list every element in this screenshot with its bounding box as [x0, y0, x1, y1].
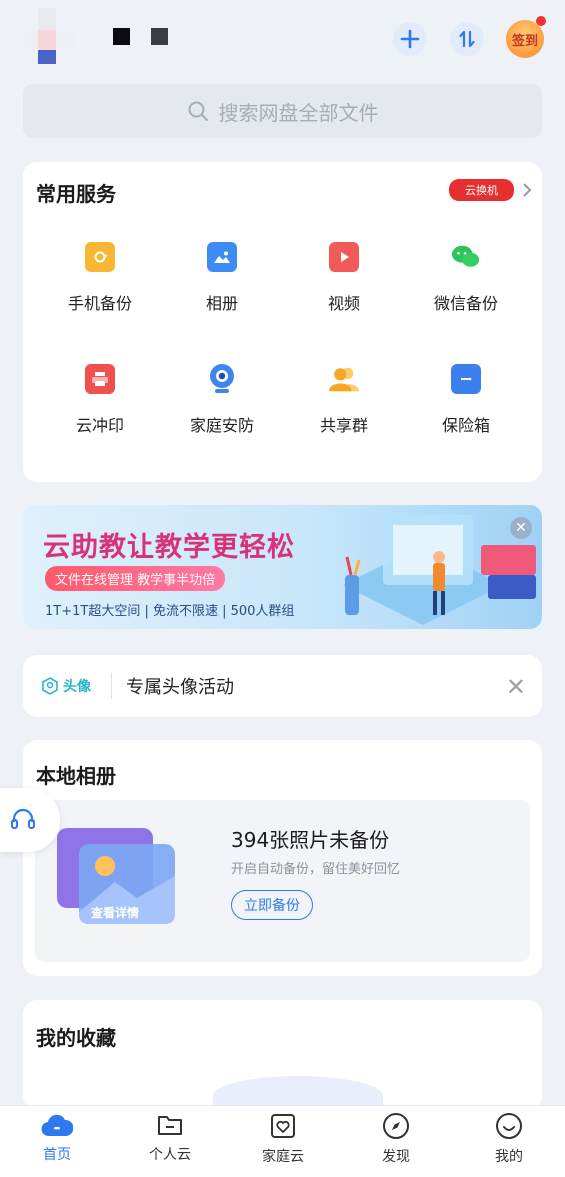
- close-icon: ✕: [505, 673, 526, 701]
- video-icon: [329, 242, 359, 272]
- plus-icon: [400, 29, 420, 49]
- bottom-nav: 首页 个人云 家庭云 发现 我的: [0, 1105, 565, 1177]
- phone-backup-icon: [85, 242, 115, 272]
- share-group-icon: [329, 364, 359, 394]
- service-phone-backup[interactable]: 手机备份: [40, 242, 160, 314]
- services-title: 常用服务: [36, 182, 116, 206]
- banner-pill: 文件在线管理 教学事半功倍: [45, 566, 226, 591]
- services-card: 常用服务 云换机 手机备份 相册 视频 微信备份 云冲印 家庭安防 共享群 保险…: [23, 162, 542, 482]
- tab-mine[interactable]: 我的: [469, 1112, 549, 1166]
- banner-illustration: [343, 515, 536, 625]
- backup-hint: 开启自动备份，留住美好回忆: [231, 862, 401, 877]
- tab-label: 个人云: [149, 1147, 191, 1163]
- activity-close-button[interactable]: ✕: [506, 673, 526, 701]
- service-label: 微信备份: [433, 294, 498, 313]
- promo-tag[interactable]: 云换机: [449, 179, 514, 201]
- search-icon: [188, 101, 208, 121]
- album-icon: [207, 242, 237, 272]
- banner-subtitle: 1T+1T超大空间 | 免流不限速 | 500人群组: [45, 604, 295, 619]
- activity-text: 专属头像活动: [126, 677, 234, 698]
- tab-label: 首页: [43, 1147, 71, 1163]
- printer-icon: [85, 364, 115, 394]
- transfer-arrows-icon: [459, 30, 475, 48]
- view-details-label[interactable]: 查看详情: [91, 904, 139, 921]
- add-button[interactable]: [393, 22, 427, 56]
- profile-avatar[interactable]: [18, 8, 76, 64]
- transfer-button[interactable]: [450, 22, 484, 56]
- status-square-icon: [151, 28, 168, 45]
- tab-personal-cloud[interactable]: 个人云: [130, 1112, 210, 1164]
- service-wechat-backup[interactable]: 微信备份: [406, 242, 526, 314]
- camera-icon: [207, 364, 237, 394]
- promo-banner[interactable]: 云助教让教学更轻松 文件在线管理 教学事半功倍 1T+1T超大空间 | 免流不限…: [23, 505, 542, 629]
- hexagon-avatar-icon: [42, 677, 58, 695]
- checkin-label: 签到: [511, 33, 538, 49]
- search-placeholder: 搜索网盘全部文件: [218, 100, 379, 125]
- unbacked-count: 394张照片未备份: [231, 828, 390, 852]
- folder-icon: [158, 1116, 182, 1135]
- family-heart-icon: [271, 1114, 295, 1138]
- status-square-icon: [113, 28, 130, 45]
- smile-icon: [496, 1113, 522, 1139]
- service-album[interactable]: 相册: [162, 242, 282, 314]
- banner-close-button[interactable]: ✕: [510, 517, 532, 539]
- service-label: 家庭安防: [189, 416, 254, 435]
- service-safe[interactable]: 保险箱: [406, 364, 526, 436]
- album-backup-panel: 查看详情 394张照片未备份 开启自动备份，留住美好回忆 立即备份: [35, 800, 530, 962]
- tab-label: 发现: [382, 1149, 410, 1165]
- tab-label: 家庭云: [262, 1149, 304, 1165]
- activity-tag: 头像: [41, 676, 91, 696]
- avatar-activity-row[interactable]: 头像 专属头像活动 ✕: [23, 655, 542, 717]
- activity-tag-label: 头像: [63, 679, 91, 695]
- favorites-card: 我的收藏: [23, 1000, 542, 1116]
- favorites-title: 我的收藏: [36, 1026, 116, 1050]
- safe-icon: [451, 364, 481, 394]
- banner-title: 云助教让教学更轻松: [43, 532, 295, 563]
- tab-discover[interactable]: 发现: [356, 1112, 436, 1166]
- service-home-security[interactable]: 家庭安防: [162, 364, 282, 436]
- notification-dot: [536, 16, 546, 26]
- service-label: 手机备份: [67, 294, 132, 313]
- divider: [111, 673, 112, 699]
- chevron-right-icon[interactable]: [522, 182, 532, 198]
- headset-icon: [11, 808, 35, 829]
- service-label: 共享群: [319, 416, 368, 435]
- service-label: 视频: [327, 294, 360, 313]
- album-title: 本地相册: [36, 764, 116, 788]
- close-icon: ✕: [515, 520, 527, 536]
- tab-label: 我的: [495, 1149, 523, 1165]
- service-label: 保险箱: [441, 416, 490, 435]
- compass-icon: [383, 1113, 409, 1139]
- local-album-card: 本地相册 查看详情 394张照片未备份 开启自动备份，留住美好回忆 立即备份: [23, 740, 542, 976]
- wechat-icon: [451, 242, 481, 272]
- backup-now-button[interactable]: 立即备份: [231, 890, 313, 920]
- service-label: 相册: [205, 294, 238, 313]
- search-bar[interactable]: 搜索网盘全部文件: [23, 84, 542, 138]
- service-cloud-print[interactable]: 云冲印: [40, 364, 160, 436]
- tab-family-cloud[interactable]: 家庭云: [243, 1112, 323, 1166]
- tab-home[interactable]: 首页: [17, 1112, 97, 1164]
- service-video[interactable]: 视频: [284, 242, 404, 314]
- service-share-group[interactable]: 共享群: [284, 364, 404, 436]
- service-label: 云冲印: [75, 416, 124, 435]
- cloud-icon: [41, 1114, 73, 1137]
